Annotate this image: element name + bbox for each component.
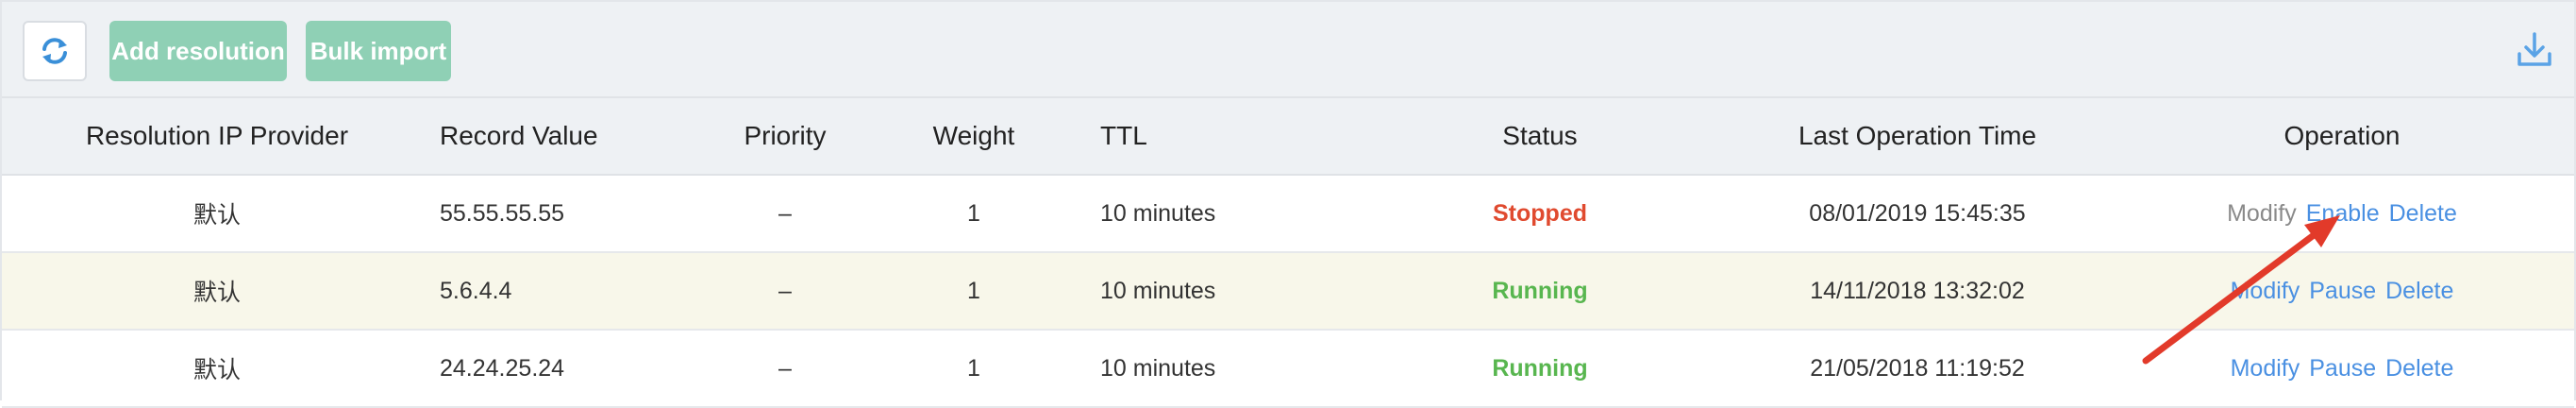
download-icon[interactable] xyxy=(2514,28,2555,70)
cell-last-operation-time: 21/05/2018 11:19:52 xyxy=(1810,354,2025,382)
header-weight: Weight xyxy=(932,121,1015,150)
enable-link[interactable]: Enable xyxy=(2306,200,2380,228)
cell-weight: 1 xyxy=(967,277,980,304)
refresh-button[interactable] xyxy=(23,21,87,81)
delete-link[interactable]: Delete xyxy=(2385,355,2453,382)
modify-link: Modify xyxy=(2227,199,2297,227)
header-operation: Operation xyxy=(2283,121,2400,150)
add-resolution-button[interactable]: Add resolution xyxy=(109,21,287,81)
cell-provider: 默认 xyxy=(192,202,241,229)
operation-links: Modify Pause Delete xyxy=(2153,331,2531,406)
cell-last-operation-time: 08/01/2019 15:45:35 xyxy=(1809,199,2026,227)
toolbar: Add resolution Bulk import xyxy=(2,0,2574,98)
cell-weight: 1 xyxy=(967,199,980,227)
header-priority: Priority xyxy=(744,121,827,150)
cell-priority: – xyxy=(778,277,792,304)
cell-ttl: 10 minutes xyxy=(1100,354,1216,382)
table-row: 默认 55.55.55.55 – 1 10 minutes Stopped 08… xyxy=(2,176,2574,253)
resolution-panel: Add resolution Bulk import Resolution IP… xyxy=(0,0,2576,408)
table-row: 默认 24.24.25.24 – 1 10 minutes Running 21… xyxy=(2,331,2574,408)
cell-last-operation-time: 14/11/2018 13:32:02 xyxy=(1810,277,2025,304)
cell-record-value: 55.55.55.55 xyxy=(440,199,565,227)
cell-provider: 默认 xyxy=(192,357,241,383)
header-status: Status xyxy=(1502,121,1578,150)
table-header: Resolution IP Provider Record Value Prio… xyxy=(2,98,2574,176)
cell-ttl: 10 minutes xyxy=(1100,199,1216,227)
delete-link[interactable]: Delete xyxy=(2389,200,2457,228)
modify-link[interactable]: Modify xyxy=(2231,278,2300,305)
header-record-value: Record Value xyxy=(440,121,598,150)
cell-provider: 默认 xyxy=(192,280,241,306)
cell-record-value: 24.24.25.24 xyxy=(440,354,565,382)
pause-link[interactable]: Pause xyxy=(2309,278,2376,305)
cell-priority: – xyxy=(778,354,792,382)
status-badge: Running xyxy=(1492,354,1588,382)
pause-link[interactable]: Pause xyxy=(2309,355,2376,382)
cell-weight: 1 xyxy=(967,354,980,382)
header-provider: Resolution IP Provider xyxy=(85,121,349,150)
bulk-import-button[interactable]: Bulk import xyxy=(306,21,451,81)
cell-priority: – xyxy=(778,199,792,227)
header-ttl: TTL xyxy=(1100,121,1147,150)
status-badge: Stopped xyxy=(1493,199,1587,227)
operation-links: Modify Enable Delete xyxy=(2153,176,2531,251)
cell-record-value: 5.6.4.4 xyxy=(440,277,512,304)
modify-link[interactable]: Modify xyxy=(2231,355,2300,382)
header-last-operation-time: Last Operation Time xyxy=(1798,121,2037,150)
delete-link[interactable]: Delete xyxy=(2385,278,2453,305)
status-badge: Running xyxy=(1492,277,1588,304)
refresh-icon xyxy=(42,38,67,64)
operation-links: Modify Pause Delete xyxy=(2153,253,2531,329)
cell-ttl: 10 minutes xyxy=(1100,277,1216,304)
table-row: 默认 5.6.4.4 – 1 10 minutes Running 14/11/… xyxy=(2,253,2574,331)
